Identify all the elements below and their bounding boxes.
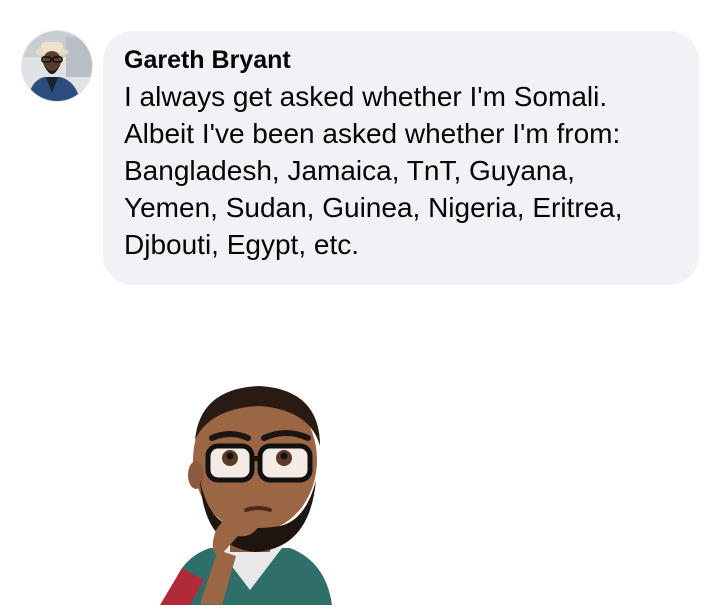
comment-text-line: Albeit I've been asked whether I'm from:: [124, 118, 621, 149]
comment-text-line: Yemen, Sudan, Guinea, Nigeria, Eritrea,: [124, 192, 623, 223]
comment-text-line: I always get asked whether I'm Somali.: [124, 81, 608, 112]
comment-author-name[interactable]: Gareth Bryant: [124, 45, 679, 75]
comment-text-line: Bangladesh, Jamaica, TnT, Guyana,: [124, 155, 575, 186]
author-avatar[interactable]: [22, 31, 92, 101]
comment-text: I always get asked whether I'm Somali. A…: [124, 78, 684, 263]
comment-bubble: Gareth Bryant I always get asked whether…: [103, 31, 699, 285]
profile-photo-icon: [22, 31, 92, 101]
thinking-avatar-sticker[interactable]: [160, 380, 340, 605]
thinking-avatar-icon: [160, 386, 332, 605]
comment-text-line: Djbouti, Egypt, etc.: [124, 229, 360, 260]
